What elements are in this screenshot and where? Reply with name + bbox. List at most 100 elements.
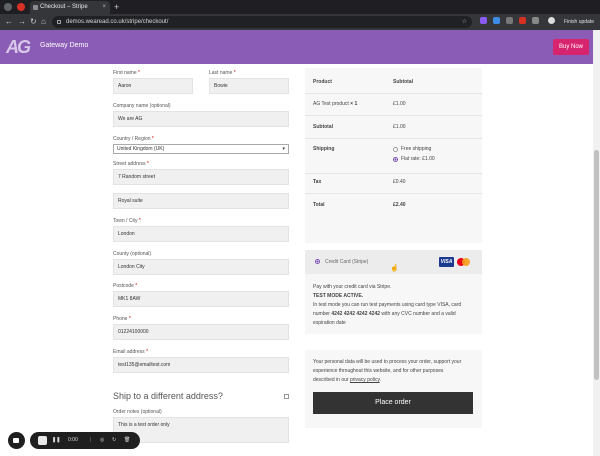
place-order-button[interactable]: Place order [313,392,473,414]
mastercard-logo-icon [457,257,471,267]
recorder-camera-button[interactable] [8,432,25,449]
stripe-method-label[interactable]: Credit Card (Stripe) [325,259,368,265]
home-icon[interactable]: ⌂ [41,16,46,28]
url-bar[interactable]: demos.wearead.co.uk/stripe/checkout/ ☆ [52,16,472,28]
recording-time: 0:00 [68,437,78,443]
test-mode-notice: TEST MODE ACTIVE. [313,293,364,299]
county-field[interactable]: London City [113,259,289,275]
ship-different-heading: Ship to a different address? [113,391,223,401]
browser-tab-strip: Checkout – Stripe × + [0,0,600,14]
recorder-controls: ❚❚ 0:00 | ◎ ↻ 🗑 [30,432,140,449]
stop-icon[interactable] [38,436,47,445]
ship-different-checkbox[interactable] [284,394,289,399]
company-label: Company name (optional) [113,103,171,109]
extension-icon[interactable] [480,17,487,24]
shipping-label: Shipping [313,146,335,152]
tab-favicon-icon [33,5,38,10]
pause-icon[interactable]: ❚❚ [52,432,60,449]
total-label: Total [313,202,325,208]
order-review-table: Product Subtotal AG Test product × 1 £1.… [305,68,482,243]
flat-rate-radio[interactable] [393,157,398,162]
scrollbar-thumb[interactable] [594,150,599,380]
stripe-radio[interactable] [315,259,320,264]
forward-icon[interactable]: → [18,16,26,28]
extension-icon[interactable] [506,17,513,24]
postcode-label: Postcode * [113,283,138,289]
privacy-policy-link[interactable]: privacy policy [350,377,380,383]
back-icon[interactable]: ← [5,16,13,28]
mouse-cursor-icon: ☝ [390,265,399,272]
bookmark-star-icon[interactable]: ☆ [462,16,467,28]
phone-field[interactable]: 01224100000 [113,324,289,340]
extension-icon[interactable] [493,17,500,24]
order-item-price: £1.00 [393,101,406,107]
divider [305,138,482,139]
divider [305,193,482,194]
city-field[interactable]: London [113,226,289,242]
tab-close-icon[interactable]: × [102,1,106,14]
test-mode-line-2: number 4242 4242 4242 4242 with any CVC … [313,311,456,317]
extension-icon[interactable] [519,17,526,24]
subtotal-label: Subtotal [313,124,333,130]
first-name-field[interactable]: Aaron [113,78,193,94]
site-logo[interactable]: AG [6,36,32,58]
street-address-1-field[interactable]: 7 Random street [113,169,289,185]
visa-logo-icon: VISA [439,257,454,267]
test-mode-line-3: expiration date [313,320,346,326]
test-mode-line-1: In test mode you can run test payments u… [313,302,462,308]
street-label: Street address * [113,161,149,167]
tax-value: £0.40 [393,179,406,185]
divider [305,93,482,94]
url-text: demos.wearead.co.uk/stripe/checkout/ [66,19,169,25]
screen-recorder-bar: ❚❚ 0:00 | ◎ ↻ 🗑 [8,432,140,449]
country-value: United Kingdom (UK) [117,146,165,152]
page-scrollbar[interactable] [593,30,600,456]
lock-icon [57,20,61,24]
company-field[interactable]: We are AG [113,111,289,127]
restart-icon[interactable]: ↻ [112,432,116,449]
site-header: AG Gateway Demo Buy Now [0,30,593,64]
payment-methods: Credit Card (Stripe) VISA Pay with your … [305,250,482,334]
free-shipping-label[interactable]: Free shipping [401,146,431,152]
site-brand-title[interactable]: Gateway Demo [40,42,88,49]
phone-label: Phone * [113,316,131,322]
profile-avatar-icon[interactable] [548,17,555,24]
email-field[interactable]: test135@emailtest.com [113,357,289,373]
delete-icon[interactable]: 🗑 [124,432,130,449]
extensions-puzzle-icon[interactable] [532,17,539,24]
camera-icon [13,438,19,443]
draw-icon[interactable]: ◎ [100,432,104,449]
page-viewport: AG Gateway Demo Buy Now First name * Aar… [0,30,593,456]
postcode-field[interactable]: MK1 8AW [113,291,289,307]
new-tab-icon[interactable]: + [114,0,119,14]
address-toolbar: ← → ↻ ⌂ demos.wearead.co.uk/stripe/check… [0,14,600,30]
city-label: Town / City * [113,218,141,224]
privacy-line-2: experience throughout this website, and … [313,368,444,374]
privacy-line-3: described in our privacy policy. [313,377,381,383]
order-notes-label: Order notes (optional) [113,409,162,415]
street-address-2-field[interactable]: Royal suite [113,193,289,209]
record-indicator-icon [17,3,25,11]
divider [305,115,482,116]
buy-now-button[interactable]: Buy Now [553,39,589,55]
total-value: £2.40 [393,202,406,208]
free-shipping-radio[interactable] [393,147,398,152]
col-product-header: Product [313,79,332,85]
tab-title: Checkout – Stripe [40,4,88,10]
subtotal-value: £1.00 [393,124,406,130]
reload-icon[interactable]: ↻ [30,16,37,28]
country-select[interactable]: United Kingdom (UK) ▾ [113,144,289,154]
stripe-description: Pay with your credit card via Stripe. [313,284,392,290]
profile-icon[interactable] [4,3,12,11]
country-label: Country / Region * [113,136,154,142]
chevron-down-icon: ▾ [282,146,285,152]
flat-rate-label[interactable]: Flat rate: £1.00 [401,156,435,162]
finish-update-button[interactable]: Finish update [560,16,598,28]
col-subtotal-header: Subtotal [393,79,413,85]
first-name-label: First name * [113,70,140,76]
tab-checkout[interactable]: Checkout – Stripe × [30,1,110,14]
tax-label: Tax [313,179,322,185]
county-label: County (optional) [113,251,152,257]
last-name-field[interactable]: Bowie [209,78,289,94]
divider: | [90,437,92,443]
